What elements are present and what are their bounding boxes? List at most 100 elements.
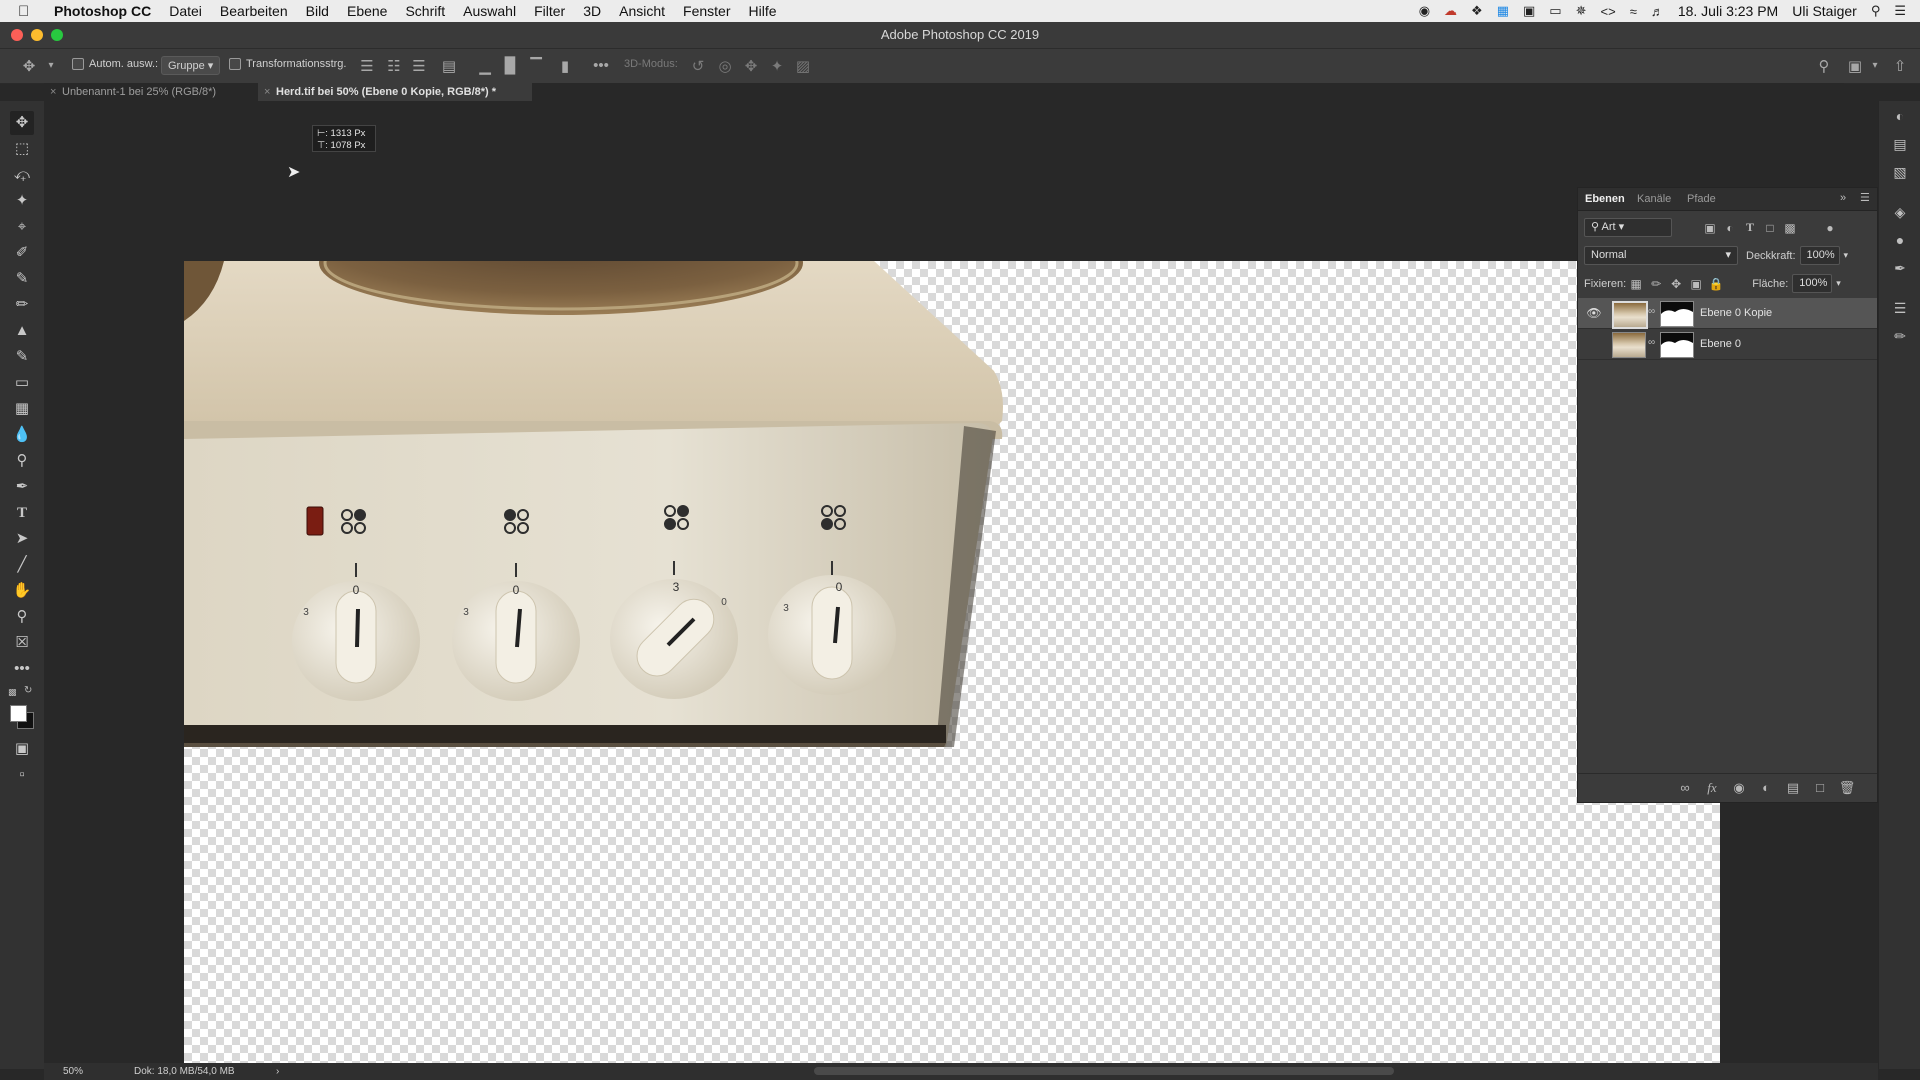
zoom-level[interactable]: 50%	[63, 1066, 83, 1077]
zoom-tool-icon[interactable]: ⚲	[10, 605, 34, 629]
lock-artboard-icon[interactable]: ▣	[1686, 277, 1706, 291]
mask-link-icon[interactable]: ∞	[1648, 306, 1655, 317]
history-brush-tool-icon[interactable]: ✎	[10, 345, 34, 369]
3d-slide-icon[interactable]: ✦	[768, 57, 786, 75]
panel-menu-icon[interactable]: ☰	[1860, 191, 1870, 204]
search-icon[interactable]: ⚲	[1815, 57, 1833, 75]
filter-type-icon[interactable]: T	[1740, 220, 1760, 235]
move-tool-preset-icon[interactable]: ✥	[20, 57, 38, 75]
line-tool-icon[interactable]: ╱	[10, 553, 34, 577]
pen-tool-icon[interactable]: ✒	[10, 475, 34, 499]
healing-brush-tool-icon[interactable]: ✎	[10, 267, 34, 291]
edit-toolbar-icon[interactable]: •••	[10, 657, 34, 681]
workspace-icon[interactable]: ▣	[1846, 57, 1864, 75]
lasso-tool-icon[interactable]: ⤽	[10, 163, 34, 187]
layer-row-ebene-0[interactable]: ∞ Ebene 0	[1578, 329, 1877, 360]
skype-icon[interactable]: ▦	[1497, 3, 1509, 19]
visibility-toggle-empty[interactable]	[1586, 336, 1602, 352]
tab-kanaele[interactable]: Kanäle	[1637, 193, 1671, 205]
color-panel-icon[interactable]: ◐	[1889, 105, 1911, 127]
crop-tool-icon[interactable]: ⌖	[10, 215, 34, 239]
brush-settings-panel-icon[interactable]: ✏	[1889, 325, 1911, 347]
wifi-icon[interactable]: ≈	[1630, 4, 1637, 19]
creative-cloud-icon[interactable]: ☁	[1444, 3, 1457, 19]
more-options-icon[interactable]: •••	[592, 57, 610, 74]
collapse-panel-icon[interactable]: »	[1840, 192, 1846, 204]
bluetooth-icon[interactable]: ✵	[1576, 3, 1587, 19]
filter-adjustment-icon[interactable]: ◐	[1720, 221, 1740, 235]
chevron-down-icon[interactable]: ▾	[1844, 250, 1849, 261]
3d-pan-icon[interactable]: ✥	[742, 57, 760, 75]
new-layer-icon[interactable]: □	[1811, 780, 1829, 795]
filter-smart-object-icon[interactable]: ▩	[1780, 221, 1800, 235]
magic-wand-tool-icon[interactable]: ✦	[10, 189, 34, 213]
layer-filter-kind-dropdown[interactable]: ⚲ Art ▾	[1584, 218, 1672, 237]
dropbox-icon[interactable]: ❖	[1471, 3, 1483, 19]
auto-select-checkbox[interactable]	[72, 58, 84, 70]
doc-tab-unbenannt[interactable]: × Unbenannt-1 bei 25% (RGB/8*)	[44, 83, 266, 101]
filter-shape-icon[interactable]: □	[1760, 221, 1780, 235]
code-icon[interactable]: <>	[1601, 4, 1616, 19]
align-top-icon[interactable]: ▁	[476, 57, 494, 75]
record-icon[interactable]: ◉	[1419, 3, 1430, 19]
doc-tab-herd[interactable]: × Herd.tif bei 50% (Ebene 0 Kopie, RGB/8…	[258, 83, 532, 101]
align-middle-v-icon[interactable]: █	[501, 57, 519, 74]
chevron-down-icon[interactable]: ▾	[1836, 278, 1841, 289]
link-layers-icon[interactable]: ∞	[1676, 780, 1694, 795]
align-bottom-icon[interactable]: ▔	[527, 57, 545, 75]
3d-scale-icon[interactable]: ▨	[794, 57, 812, 75]
status-menu-chevron-icon[interactable]: ›	[276, 1066, 279, 1077]
adjustments-panel-icon[interactable]: ☰	[1889, 297, 1911, 319]
lock-all-icon[interactable]: 🔒	[1706, 277, 1726, 291]
close-tab-icon[interactable]: ×	[50, 83, 56, 101]
menu-ansicht[interactable]: Ansicht	[619, 3, 665, 19]
menu-datei[interactable]: Datei	[169, 3, 202, 19]
menu-filter[interactable]: Filter	[534, 3, 565, 19]
type-tool-icon[interactable]: T	[10, 501, 34, 525]
marquee-tool-icon[interactable]: ⬚	[10, 137, 34, 161]
layer-mask-thumbnail[interactable]	[1660, 332, 1694, 358]
move-tool-icon[interactable]: ✥	[10, 111, 34, 135]
blur-tool-icon[interactable]: 💧	[10, 423, 34, 447]
screen-mode-icon[interactable]: ▫	[10, 763, 34, 787]
gradient-tool-icon[interactable]: ▦	[10, 397, 34, 421]
airplay-icon[interactable]: ▭	[1549, 3, 1561, 19]
lock-position-icon[interactable]: ✥	[1666, 277, 1686, 291]
menu-3d[interactable]: 3D	[583, 3, 601, 19]
layer-name[interactable]: Ebene 0	[1700, 338, 1741, 350]
blend-mode-dropdown[interactable]: Normal ▾	[1584, 246, 1738, 265]
layer-name[interactable]: Ebene 0 Kopie	[1700, 307, 1772, 319]
eyedropper-tool-icon[interactable]: ✐	[10, 241, 34, 265]
brush-tool-icon[interactable]: ✏	[10, 293, 34, 317]
align-center-h-icon[interactable]: ☷	[385, 57, 403, 75]
volume-icon[interactable]: ♬	[1651, 4, 1664, 19]
eraser-tool-icon[interactable]: ▭	[10, 371, 34, 395]
swap-colors-icon[interactable]: ↻	[24, 685, 32, 696]
document-canvas[interactable]: 0 0 3 0 3 3 0 3	[184, 261, 1720, 1065]
layer-row-ebene-0-kopie[interactable]: 👁 ∞ Ebene 0 Kopie	[1578, 298, 1877, 329]
menu-auswahl[interactable]: Auswahl	[463, 3, 516, 19]
mask-link-icon[interactable]: ∞	[1648, 337, 1655, 348]
filter-toggle-icon[interactable]: ●	[1820, 221, 1840, 235]
libraries-panel-icon[interactable]: ▧	[1889, 161, 1911, 183]
spotlight-icon[interactable]: ⚲	[1871, 3, 1881, 19]
align-right-icon[interactable]: ☰	[410, 57, 428, 75]
menu-bild[interactable]: Bild	[306, 3, 329, 19]
transform-controls-checkbox[interactable]	[229, 58, 241, 70]
horizontal-scrollbar[interactable]	[814, 1067, 1394, 1075]
foreground-color-swatch[interactable]	[10, 705, 27, 722]
menu-fenster[interactable]: Fenster	[683, 3, 730, 19]
align-left-icon[interactable]: ☰	[358, 57, 376, 75]
artboard-tool-icon[interactable]: ☒	[10, 631, 34, 655]
3d-roll-icon[interactable]: ◎	[716, 57, 734, 75]
new-group-folder-icon[interactable]: ▤	[1784, 780, 1802, 796]
clone-stamp-tool-icon[interactable]: ▲	[10, 319, 34, 343]
add-mask-icon[interactable]: ◉	[1730, 780, 1748, 796]
channels-panel-icon[interactable]: ●	[1889, 229, 1911, 251]
tab-pfade[interactable]: Pfade	[1687, 193, 1716, 205]
menubar-datetime[interactable]: 18. Juli 3:23 PM	[1678, 3, 1778, 19]
new-adjustment-layer-icon[interactable]: ◐	[1757, 780, 1775, 795]
apple-menu-icon[interactable]: 	[18, 3, 40, 20]
layers-panel-icon[interactable]: ◈	[1889, 201, 1911, 223]
auto-select-mode-dropdown[interactable]: Gruppe ▾	[161, 56, 221, 75]
